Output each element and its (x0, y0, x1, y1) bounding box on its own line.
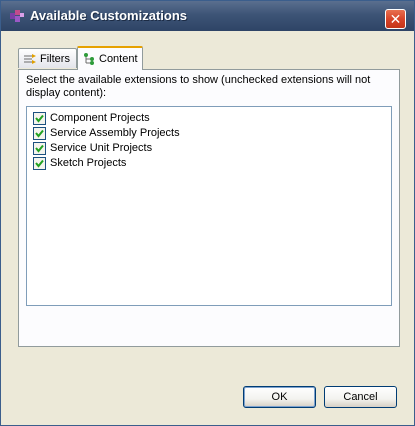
checkbox-component-projects[interactable] (33, 112, 46, 125)
item-label: Service Assembly Projects (50, 127, 180, 139)
tab-content-label: Content (99, 53, 138, 65)
dialog-body: Filters Content Select the available ext… (6, 32, 409, 421)
close-icon: ✕ (389, 11, 402, 27)
checkbox-service-unit-projects[interactable] (33, 142, 46, 155)
close-button[interactable]: ✕ (385, 9, 406, 29)
tab-filters[interactable]: Filters (18, 48, 77, 68)
tab-content[interactable]: Content (77, 46, 143, 70)
tab-filters-label: Filters (40, 53, 70, 65)
window-title: Available Customizations (30, 8, 187, 23)
item-label: Sketch Projects (50, 157, 127, 169)
title-bar[interactable]: Available Customizations ✕ (1, 1, 414, 31)
checkbox-service-assembly-projects[interactable] (33, 127, 46, 140)
filters-icon (24, 53, 36, 65)
item-label: Component Projects (50, 112, 150, 124)
ok-button[interactable]: OK (243, 386, 316, 408)
description-text: Select the available extensions to show … (26, 74, 371, 99)
extensions-list[interactable]: Component Projects Service Assembly Proj… (26, 106, 392, 306)
content-icon (83, 53, 95, 65)
item-label: Service Unit Projects (50, 142, 153, 154)
dialog-window: Available Customizations ✕ Filters Conte… (0, 0, 415, 426)
checkbox-sketch-projects[interactable] (33, 157, 46, 170)
content-panel: Select the available extensions to show … (18, 69, 400, 347)
app-icon (10, 10, 24, 22)
cancel-button[interactable]: Cancel (324, 386, 397, 408)
